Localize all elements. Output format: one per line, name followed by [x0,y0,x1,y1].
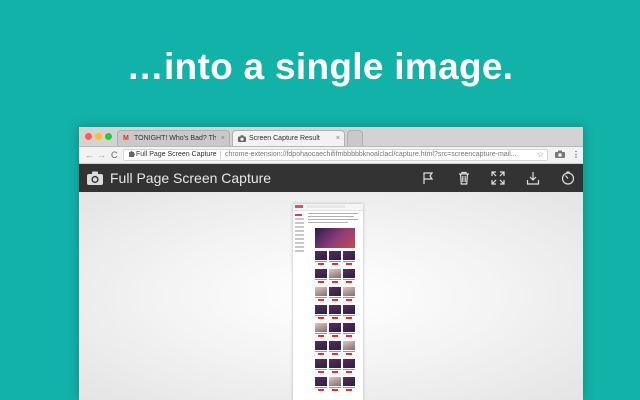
tab-close-icon[interactable]: × [221,131,225,146]
captured-card-row [315,305,355,319]
zoom-window-button[interactable] [105,133,112,140]
omnibox-divider [220,151,221,159]
reload-button[interactable]: C [111,149,118,161]
camera-icon [238,135,246,142]
close-window-button[interactable] [85,133,92,140]
captured-email-content [315,228,355,395]
tab-title: Screen Capture Result [249,135,320,142]
tab-gmail[interactable]: M TONIGHT! Who's Bad? The Ul × [117,130,230,146]
back-button[interactable]: ← [85,149,94,161]
download-icon[interactable] [526,171,540,185]
address-bar[interactable]: Full Page Screen Capture chrome-extensio… [123,149,548,161]
captured-header [293,204,363,211]
extension-name: Full Page Screen Capture [136,151,217,158]
timer-icon[interactable] [561,171,575,185]
captured-card-row [315,377,355,391]
tab-screen-capture-result[interactable]: Screen Capture Result × [232,130,345,146]
promo-headline: …into a single image. [126,46,514,87]
browser-window: M TONIGHT! Who's Bad? The Ul × Screen Ca… [79,127,583,400]
gmail-icon: M [123,135,129,142]
minimize-window-button[interactable] [95,133,102,140]
app-header: Full Page Screen Capture [79,164,583,192]
captured-banner-image [315,228,355,248]
capture-preview-area [79,192,583,400]
captured-card-row [315,269,355,283]
captured-logo [295,205,303,208]
camera-icon [87,171,103,185]
forward-button[interactable]: → [97,149,106,161]
tab-title: TONIGHT! Who's Bad? The Ul [134,135,216,142]
trash-icon[interactable] [457,171,471,185]
url-text: chrome-extension://fdpohaocaechififmbbbb… [225,151,517,158]
bookmark-star-icon[interactable]: ☆ [537,150,544,160]
captured-text-block [308,213,360,225]
flag-icon[interactable] [421,171,435,185]
captured-card-row [315,251,355,265]
captured-card-row [315,359,355,373]
browser-toolbar: ← → C Full Page Screen Capture chrome-ex… [79,147,583,164]
extension-camera-icon[interactable] [555,150,565,161]
browser-menu-icon[interactable]: ⋮ [572,150,580,160]
captured-sidebar [295,214,305,264]
new-tab-button[interactable] [347,130,363,146]
captured-page-thumbnail[interactable] [293,204,363,400]
expand-icon[interactable] [491,171,505,185]
captured-card-row [315,287,355,301]
tab-strip: M TONIGHT! Who's Bad? The Ul × Screen Ca… [79,127,583,147]
captured-card-row [315,341,355,355]
puzzle-icon [128,150,135,160]
tab-close-icon[interactable]: × [336,131,340,146]
captured-search-bar [307,205,345,208]
app-title: Full Page Screen Capture [110,170,272,186]
captured-card-row [315,323,355,337]
